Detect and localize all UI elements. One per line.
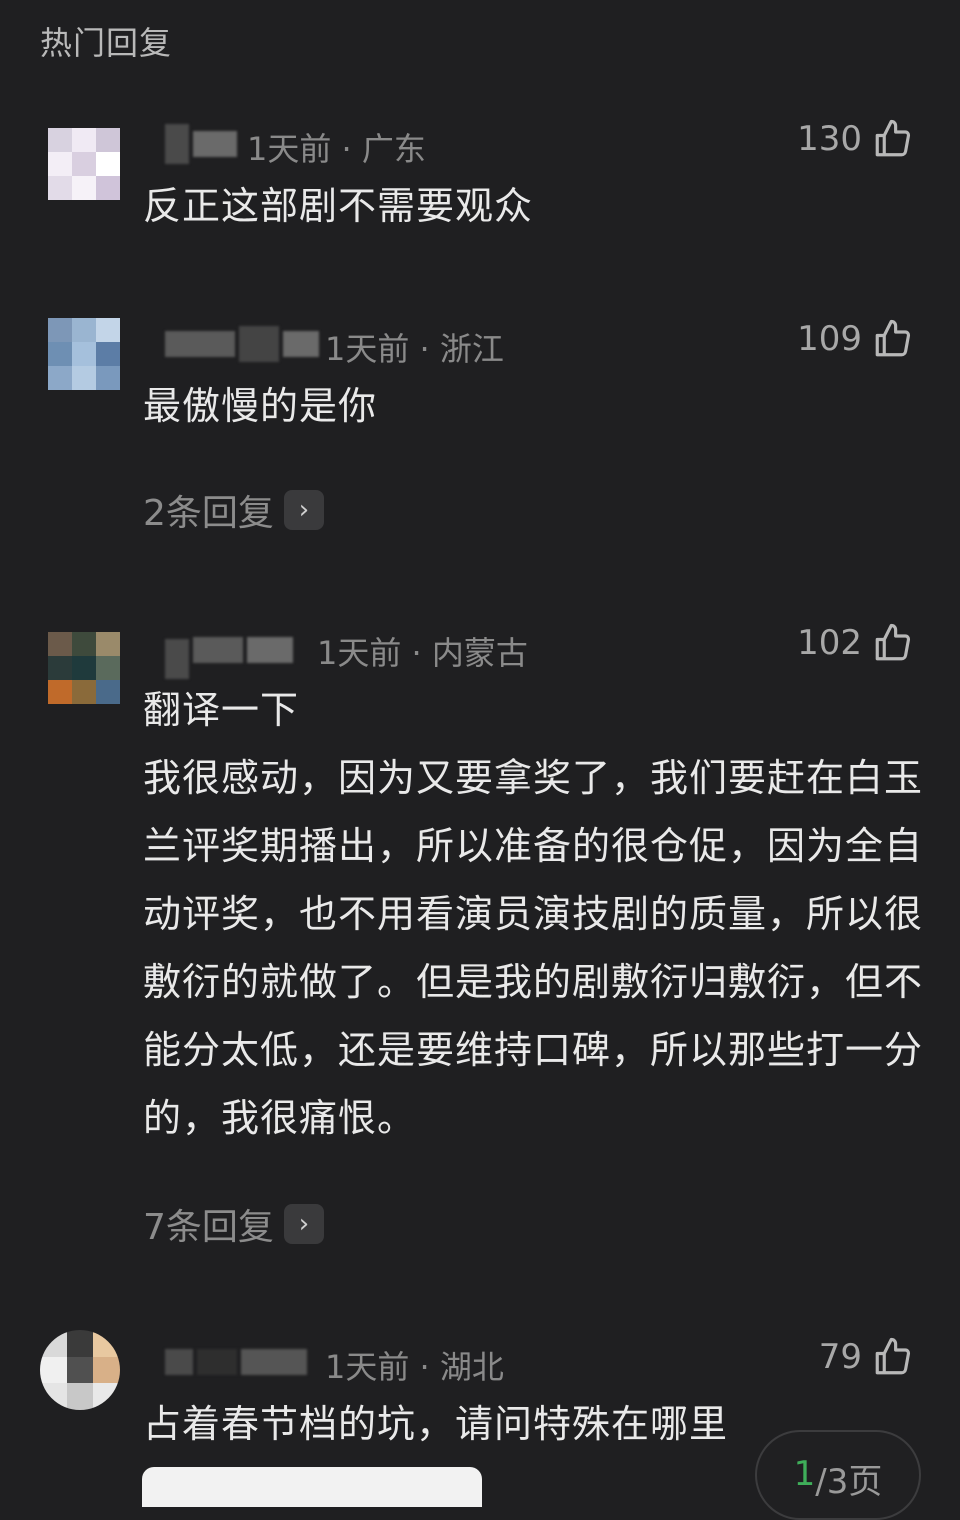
avatar-pixel	[72, 128, 96, 152]
avatar-pixel	[96, 680, 120, 704]
avatar-pixel	[66, 1383, 94, 1410]
view-replies-button[interactable]: 2条回复 ›	[143, 484, 324, 536]
avatar-pixel	[96, 318, 120, 342]
comment-meta: 1天前 · 内蒙古	[317, 634, 528, 672]
avatar-pixel	[72, 366, 96, 390]
avatar-pixel	[40, 1356, 67, 1384]
page-indicator[interactable]: 1/3页	[755, 1430, 921, 1520]
avatar-pixel	[48, 318, 72, 342]
avatar-pixel	[96, 656, 120, 680]
like-count: 130	[797, 119, 862, 159]
like-button[interactable]: 109	[797, 318, 914, 360]
avatar-pixel	[72, 680, 96, 704]
like-count: 79	[818, 1337, 862, 1377]
chevron-right-icon: ›	[283, 490, 324, 530]
avatar-pixel	[96, 128, 120, 152]
like-count: 102	[797, 623, 862, 663]
avatar-pixel	[66, 1330, 94, 1357]
avatar-pixel	[96, 366, 120, 390]
replies-label: 7条回复	[143, 1207, 274, 1248]
comment-meta: 1天前 · 浙江	[325, 330, 504, 368]
reply-input-bar[interactable]	[142, 1467, 482, 1507]
username-blurred[interactable]	[165, 628, 293, 679]
thumbs-up-icon	[875, 1337, 911, 1375]
avatar-pixel	[48, 152, 72, 176]
thumbs-up-icon	[875, 623, 911, 661]
page-total: /3页	[815, 1462, 883, 1502]
username-blurred[interactable]	[165, 1340, 307, 1384]
avatar-pixel	[66, 1356, 94, 1384]
avatar-pixel	[48, 656, 72, 680]
comment-text: 反正这部剧不需要观众	[143, 184, 534, 228]
avatar-pixel	[96, 632, 120, 656]
like-button[interactable]: 102	[797, 622, 914, 664]
avatar[interactable]	[48, 632, 120, 704]
comment-meta: 1天前 · 广东	[247, 130, 426, 168]
avatar-pixel	[72, 656, 96, 680]
avatar[interactable]	[48, 128, 120, 200]
avatar-pixel	[40, 1330, 67, 1357]
avatar-pixel	[72, 342, 96, 366]
avatar[interactable]	[40, 1330, 120, 1410]
avatar-pixel	[96, 176, 120, 200]
avatar-pixel	[48, 128, 72, 152]
avatar-pixel	[48, 632, 72, 656]
username-blurred[interactable]	[165, 322, 319, 366]
avatar-pixel	[72, 152, 96, 176]
avatar-pixel	[48, 176, 72, 200]
thumbs-up-icon	[875, 319, 911, 357]
avatar-pixel	[96, 342, 120, 366]
avatar-pixel	[72, 318, 96, 342]
view-replies-button[interactable]: 7条回复 ›	[143, 1198, 324, 1250]
avatar-pixel	[93, 1330, 120, 1357]
like-button[interactable]: 79	[819, 1336, 914, 1378]
thumbs-up-icon	[875, 119, 911, 157]
comment-text: 翻译一下 我很感动，因为又要拿奖了，我们要赶在白玉兰评奖期播出，所以准备的很仓促…	[143, 688, 924, 1140]
avatar-pixel	[48, 366, 72, 390]
like-count: 109	[797, 319, 862, 359]
avatar-pixel	[72, 176, 96, 200]
avatar-pixel	[48, 342, 72, 366]
comment-meta: 1天前 · 湖北	[325, 1348, 504, 1386]
section-title: 热门回复	[40, 24, 173, 62]
avatar-pixel	[93, 1383, 120, 1410]
avatar-pixel	[96, 152, 120, 176]
avatar-pixel	[93, 1356, 120, 1384]
avatar-pixel	[48, 680, 72, 704]
username-blurred[interactable]	[165, 122, 237, 166]
avatar[interactable]	[48, 318, 120, 390]
chevron-right-icon: ›	[283, 1204, 324, 1244]
avatar-pixel	[72, 632, 96, 656]
comment-text: 最傲慢的是你	[143, 384, 378, 428]
page-current: 1	[793, 1454, 816, 1494]
like-button[interactable]: 130	[797, 118, 914, 160]
replies-label: 2条回复	[143, 493, 274, 534]
avatar-pixel	[40, 1383, 67, 1410]
